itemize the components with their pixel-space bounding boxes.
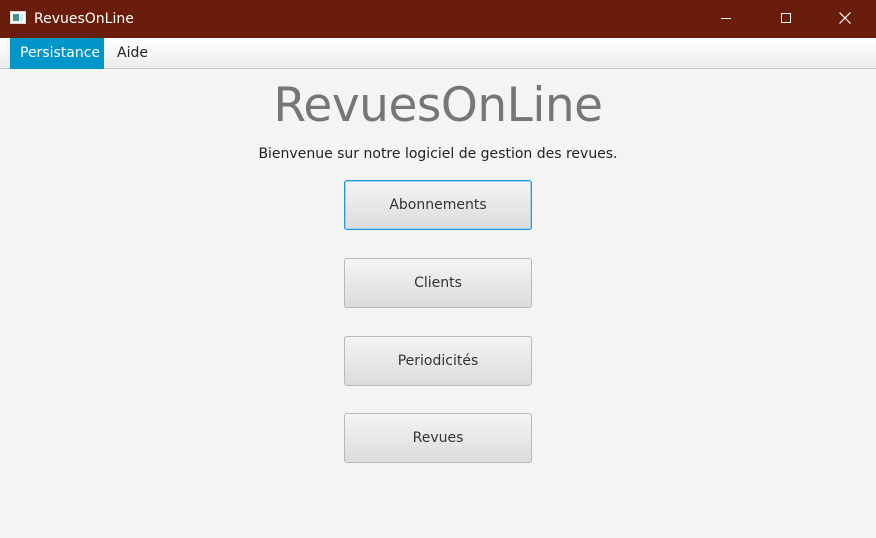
periodicites-button[interactable]: Periodicités (344, 336, 532, 386)
maximize-button[interactable] (757, 0, 815, 38)
window-title: RevuesOnLine (34, 11, 134, 27)
maximize-icon (781, 13, 791, 23)
clients-button[interactable]: Clients (344, 258, 532, 308)
page-title: RevuesOnLine (273, 78, 603, 133)
minimize-button[interactable] (697, 0, 755, 38)
title-bar[interactable]: RevuesOnLine (0, 0, 876, 38)
app-window-icon (10, 11, 26, 24)
menu-aide[interactable]: Aide (107, 38, 158, 69)
close-icon (839, 12, 851, 24)
abonnements-button[interactable]: Abonnements (344, 180, 532, 230)
revues-button[interactable]: Revues (344, 413, 532, 463)
minimize-icon (721, 18, 731, 19)
menu-bar: Persistance Aide (0, 38, 876, 69)
menu-persistance[interactable]: Persistance (10, 38, 104, 69)
welcome-text: Bienvenue sur notre logiciel de gestion … (258, 146, 618, 162)
close-button[interactable] (816, 0, 874, 38)
